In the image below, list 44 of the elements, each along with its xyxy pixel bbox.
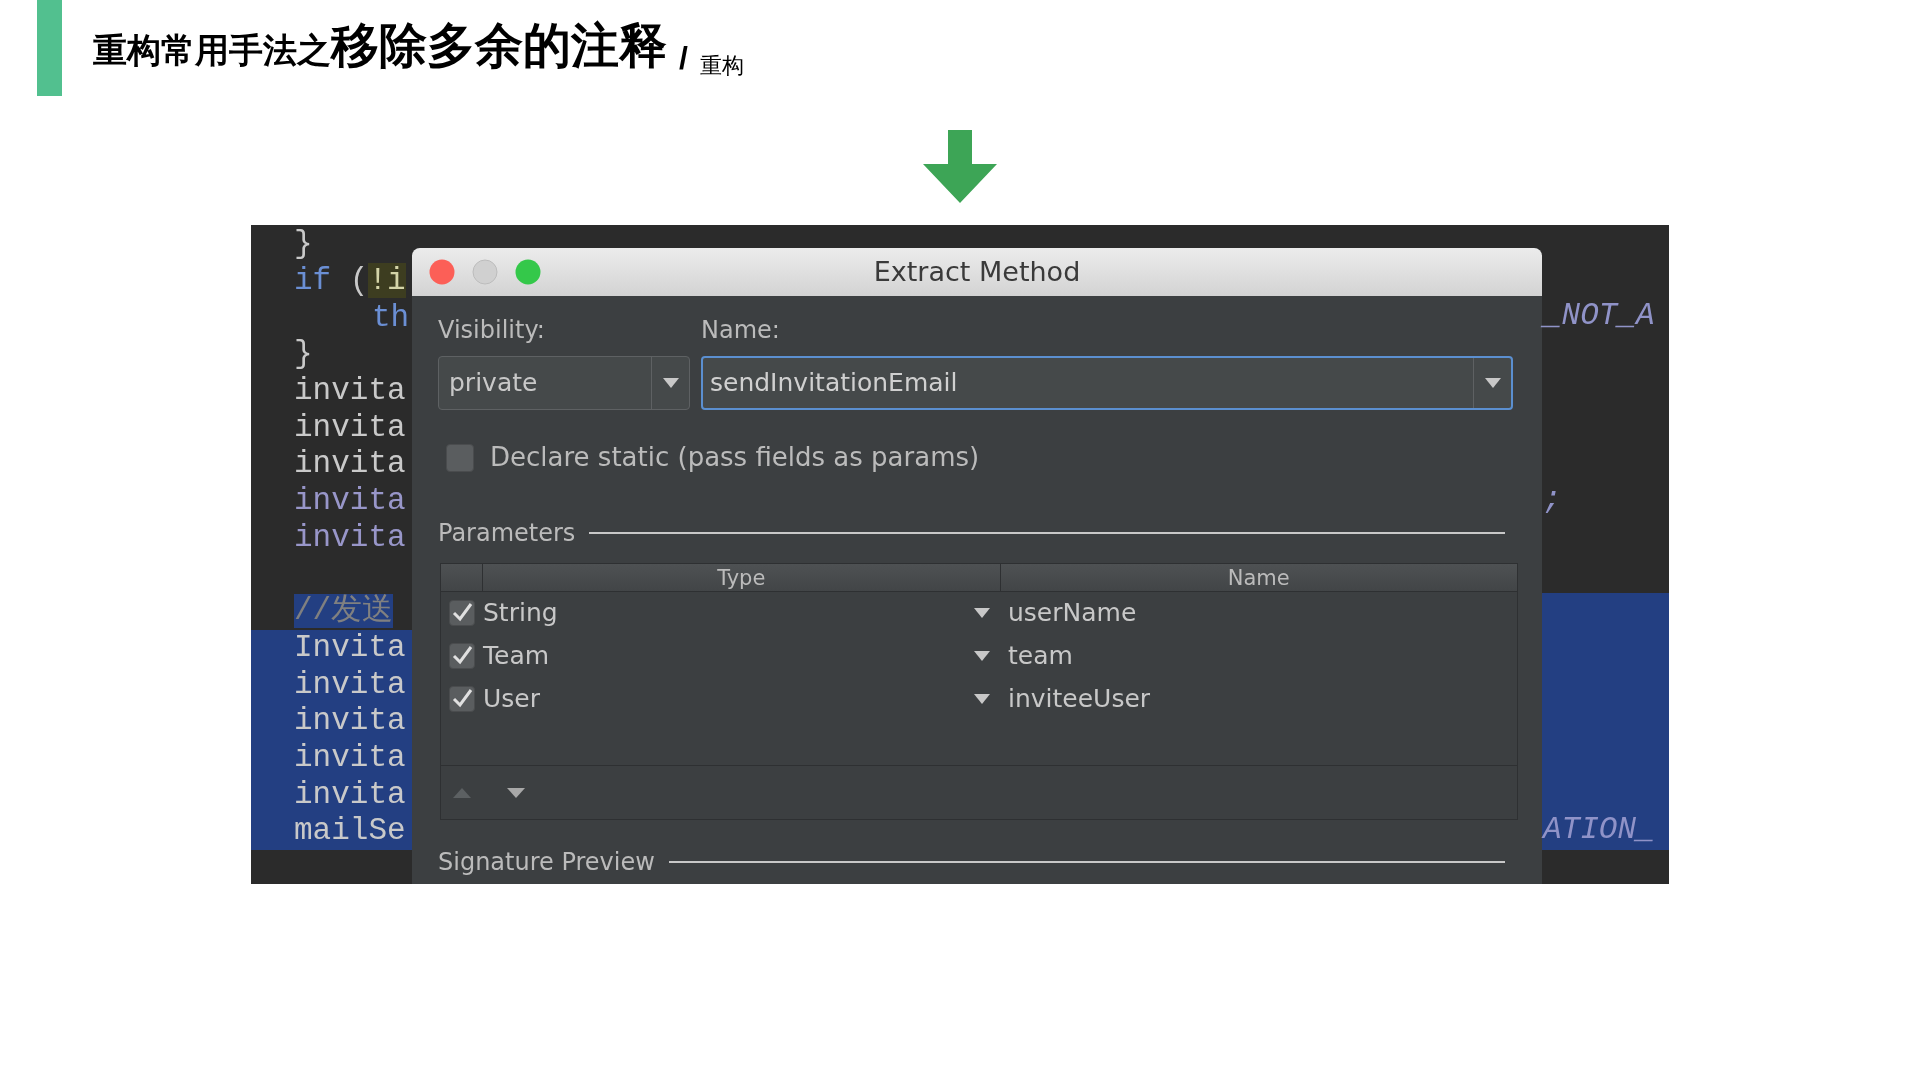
code-line: th [372, 300, 410, 335]
visibility-dropdown[interactable]: private [438, 356, 690, 410]
section-title: Signature Preview [438, 847, 655, 878]
code-line: invita [294, 447, 406, 482]
code-line: invita [294, 410, 406, 445]
column-header[interactable]: Name [1000, 564, 1517, 591]
close-icon[interactable] [429, 259, 455, 285]
name-cell-text: userName [1007, 596, 1137, 629]
code-line: invita [294, 484, 406, 519]
code-line: invita [294, 374, 406, 409]
section-title: Parameters [438, 518, 576, 549]
name-cell-text: inviteeUser [1007, 682, 1151, 715]
minimize-icon[interactable] [472, 259, 498, 285]
type-cell-text: String [483, 596, 558, 629]
type-cell-text: User [483, 682, 540, 715]
visibility-label: Visibility: [438, 316, 546, 344]
code-line: invita [294, 520, 406, 555]
checkbox[interactable] [449, 642, 475, 669]
code-line: if (!i [294, 264, 406, 299]
checkbox[interactable] [449, 599, 475, 626]
caret-icon [974, 650, 990, 661]
title-separator: / [679, 39, 688, 78]
checkbox[interactable] [449, 685, 475, 712]
maximize-icon[interactable] [515, 259, 541, 285]
code-line: ATION_ [1543, 812, 1656, 847]
caret-icon [974, 607, 990, 618]
code-line: ; [1543, 481, 1563, 517]
code-line: } [294, 227, 313, 262]
caret-icon [1484, 378, 1501, 388]
name-field[interactable]: sendInvitationEmail [701, 356, 1513, 410]
checkbox[interactable] [446, 443, 474, 472]
type-cell-text: Team [483, 639, 550, 672]
checkbox-label: Declare static (pass fields as params) [490, 441, 980, 474]
code-line: } [294, 337, 313, 372]
down-arrow-icon [923, 130, 997, 203]
move-down-icon[interactable] [507, 787, 525, 798]
name-label: Name: [701, 316, 781, 344]
column-header[interactable]: Type [483, 564, 1001, 591]
name-cell-text: team [1007, 639, 1073, 672]
caret-icon [974, 693, 990, 704]
slide-title: 重构常用手法之移除多余的注释 [93, 18, 667, 74]
window-title: Extract Method [873, 254, 1081, 289]
section-name: 重构 [699, 52, 744, 80]
caret-icon [662, 378, 679, 388]
